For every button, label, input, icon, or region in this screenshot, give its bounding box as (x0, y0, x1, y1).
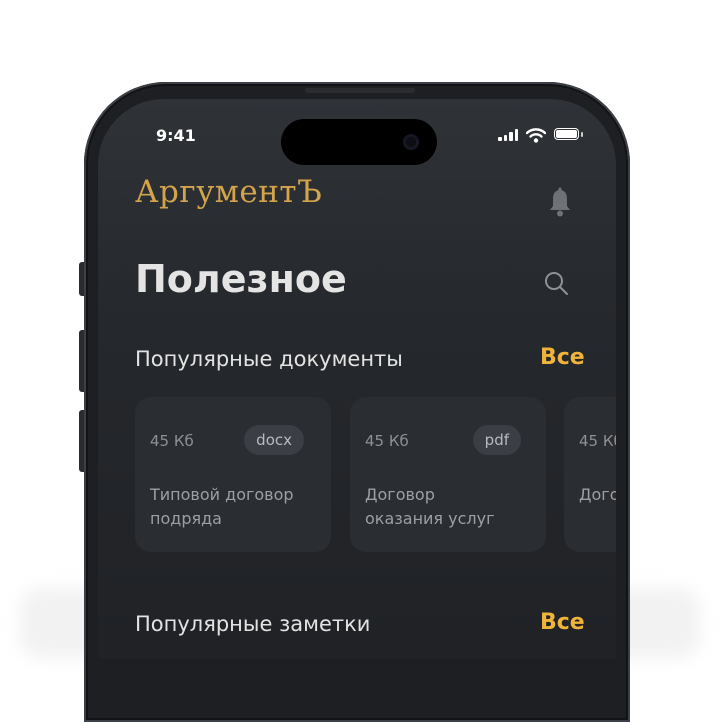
document-card[interactable]: 45 Кб pdf Договор оказания услуг (350, 397, 546, 552)
document-name: Договор поручения (579, 485, 616, 504)
document-size: 45 Кб (579, 432, 616, 450)
battery-tip (581, 132, 583, 137)
front-camera (403, 134, 419, 150)
phone-screen: 9:41 АргументЪ Полезное Популярные докум… (98, 99, 616, 659)
search-icon[interactable] (543, 270, 571, 298)
page-title: Полезное (135, 257, 347, 301)
section-title-notes: Популярные заметки (135, 612, 371, 636)
document-size: 45 Кб (365, 432, 409, 450)
bell-icon[interactable] (547, 187, 573, 217)
document-size: 45 Кб (150, 432, 194, 450)
document-card[interactable]: 45 Кб docx Типовой договор подряда (135, 397, 331, 552)
signal-icon (498, 129, 518, 141)
status-time: 9:41 (156, 126, 196, 145)
app-logo: АргументЪ (135, 174, 323, 210)
document-name: Типовой договор подряда (150, 485, 294, 528)
antenna-line (305, 88, 415, 93)
notes-all-link[interactable]: Все (540, 610, 585, 635)
document-card[interactable]: 45 Кб Договор поручения (564, 397, 616, 552)
document-type-badge: pdf (472, 425, 521, 455)
document-name: Договор оказания услуг (365, 485, 495, 528)
document-type-badge: docx (244, 425, 304, 455)
documents-all-link[interactable]: Все (540, 345, 585, 370)
section-title-documents: Популярные документы (135, 347, 403, 371)
battery-icon (554, 128, 579, 140)
wifi-icon (526, 128, 546, 143)
